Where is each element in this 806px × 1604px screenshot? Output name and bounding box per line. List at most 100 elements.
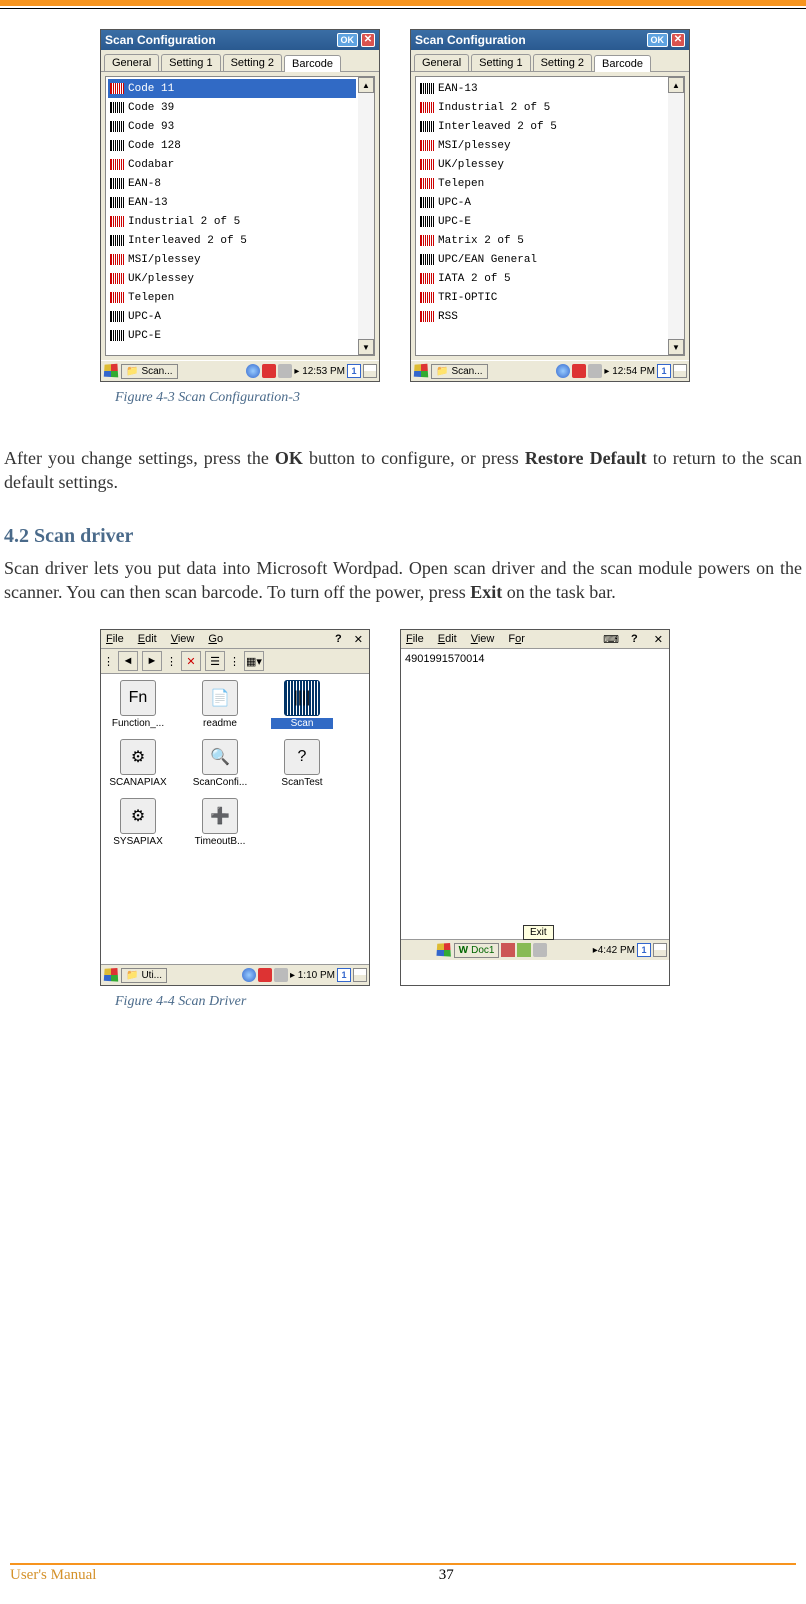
- list-item[interactable]: MSI/plessey: [418, 136, 666, 155]
- tray-icon[interactable]: [588, 364, 602, 378]
- tray-icon[interactable]: [242, 968, 256, 982]
- menu-view[interactable]: View: [168, 632, 198, 646]
- start-icon[interactable]: [436, 942, 452, 958]
- list-item[interactable]: UPC/EAN General: [418, 250, 666, 269]
- file-icon[interactable]: ➕TimeoutB...: [189, 798, 251, 847]
- keyboard-button[interactable]: 1: [657, 364, 671, 378]
- close-button[interactable]: ✕: [354, 633, 363, 646]
- tray-icon[interactable]: [517, 943, 531, 957]
- document-area[interactable]: 4901991570014: [401, 649, 669, 939]
- tray-icon[interactable]: [262, 364, 276, 378]
- list-item[interactable]: EAN-13: [418, 79, 666, 98]
- task-button[interactable]: 📁Uti...: [121, 968, 167, 983]
- keyboard-button[interactable]: 1: [347, 364, 361, 378]
- list-item[interactable]: UK/plessey: [418, 155, 666, 174]
- menu-edit[interactable]: Edit: [135, 632, 160, 646]
- ok-button[interactable]: OK: [647, 33, 669, 47]
- properties-button[interactable]: ☰: [205, 651, 225, 671]
- tab-setting2[interactable]: Setting 2: [223, 54, 282, 71]
- task-button[interactable]: 📁Scan...: [431, 364, 488, 379]
- list-item[interactable]: Telepen: [108, 288, 356, 307]
- back-button[interactable]: ◄: [118, 651, 138, 671]
- file-icon[interactable]: 📄readme: [189, 680, 251, 729]
- ok-button[interactable]: OK: [337, 33, 359, 47]
- keyboard-icon[interactable]: ⌨: [603, 633, 619, 646]
- menu-view[interactable]: View: [468, 632, 498, 646]
- task-button[interactable]: 📁Scan...: [121, 364, 178, 379]
- list-item[interactable]: UPC-A: [418, 193, 666, 212]
- tab-barcode[interactable]: Barcode: [284, 55, 341, 72]
- scroll-up-button[interactable]: ▲: [668, 77, 684, 93]
- list-item[interactable]: Interleaved 2 of 5: [418, 117, 666, 136]
- forward-button[interactable]: ►: [142, 651, 162, 671]
- list-item[interactable]: EAN-13: [108, 193, 356, 212]
- tab-setting2[interactable]: Setting 2: [533, 54, 592, 71]
- scroll-down-button[interactable]: ▼: [358, 339, 374, 355]
- keyboard-button[interactable]: 1: [337, 968, 351, 982]
- tray-icon[interactable]: [501, 943, 515, 957]
- start-icon[interactable]: [413, 363, 429, 379]
- start-icon[interactable]: [103, 363, 119, 379]
- desktop-button[interactable]: [363, 364, 377, 378]
- menu-file[interactable]: File: [103, 632, 127, 646]
- desktop-button[interactable]: [653, 943, 667, 957]
- help-icon[interactable]: ?: [335, 633, 342, 645]
- desktop-button[interactable]: [353, 968, 367, 982]
- list-item[interactable]: Telepen: [418, 174, 666, 193]
- list-item[interactable]: Code 11: [108, 79, 356, 98]
- tray-icon[interactable]: [572, 364, 586, 378]
- help-icon[interactable]: ?: [631, 633, 638, 645]
- file-icon[interactable]: ⚙SYSAPIAX: [107, 798, 169, 847]
- tray-icon[interactable]: [533, 943, 547, 957]
- scroll-down-button[interactable]: ▼: [668, 339, 684, 355]
- desktop-button[interactable]: [673, 364, 687, 378]
- tab-setting1[interactable]: Setting 1: [161, 54, 220, 71]
- list-item[interactable]: IATA 2 of 5: [418, 269, 666, 288]
- view-button[interactable]: ▦▾: [244, 651, 264, 671]
- file-icon[interactable]: ||||Scan: [271, 680, 333, 729]
- menu-go[interactable]: Go: [205, 632, 226, 646]
- tab-general[interactable]: General: [414, 54, 469, 71]
- tray-icon[interactable]: [278, 364, 292, 378]
- delete-button[interactable]: ✕: [181, 651, 201, 671]
- keyboard-button[interactable]: 1: [637, 943, 651, 957]
- scrollbar[interactable]: ▲ ▼: [668, 77, 684, 355]
- list-item[interactable]: EAN-8: [108, 174, 356, 193]
- list-item[interactable]: Code 93: [108, 117, 356, 136]
- scroll-track[interactable]: [668, 93, 684, 339]
- list-item[interactable]: Industrial 2 of 5: [108, 212, 356, 231]
- tray-icon[interactable]: [274, 968, 288, 982]
- tray-icon[interactable]: [258, 968, 272, 982]
- list-item[interactable]: UPC-E: [108, 326, 356, 345]
- list-item[interactable]: Code 39: [108, 98, 356, 117]
- list-item[interactable]: Code 128: [108, 136, 356, 155]
- list-item[interactable]: Matrix 2 of 5: [418, 231, 666, 250]
- close-button[interactable]: ✕: [361, 33, 375, 47]
- close-button[interactable]: ✕: [654, 633, 663, 646]
- close-button[interactable]: ✕: [671, 33, 685, 47]
- list-item[interactable]: UPC-E: [418, 212, 666, 231]
- menu-format[interactable]: For: [505, 632, 528, 646]
- list-item[interactable]: RSS: [418, 307, 666, 326]
- tab-barcode[interactable]: Barcode: [594, 55, 651, 72]
- task-button[interactable]: WDoc1: [454, 943, 500, 958]
- tray-icon[interactable]: [246, 364, 260, 378]
- file-icon[interactable]: FnFunction_...: [107, 680, 169, 729]
- file-icon[interactable]: ⚙SCANAPIAX: [107, 739, 169, 788]
- scroll-track[interactable]: [358, 93, 374, 339]
- list-item[interactable]: MSI/plessey: [108, 250, 356, 269]
- menu-file[interactable]: File: [403, 632, 427, 646]
- list-item[interactable]: Interleaved 2 of 5: [108, 231, 356, 250]
- list-item[interactable]: Industrial 2 of 5: [418, 98, 666, 117]
- tab-general[interactable]: General: [104, 54, 159, 71]
- list-item[interactable]: Codabar: [108, 155, 356, 174]
- scrollbar[interactable]: ▲ ▼: [358, 77, 374, 355]
- scroll-up-button[interactable]: ▲: [358, 77, 374, 93]
- start-icon[interactable]: [103, 967, 119, 983]
- list-item[interactable]: TRI-OPTIC: [418, 288, 666, 307]
- tray-icon[interactable]: [556, 364, 570, 378]
- list-item[interactable]: UPC-A: [108, 307, 356, 326]
- tab-setting1[interactable]: Setting 1: [471, 54, 530, 71]
- menu-edit[interactable]: Edit: [435, 632, 460, 646]
- file-icon[interactable]: ?ScanTest: [271, 739, 333, 788]
